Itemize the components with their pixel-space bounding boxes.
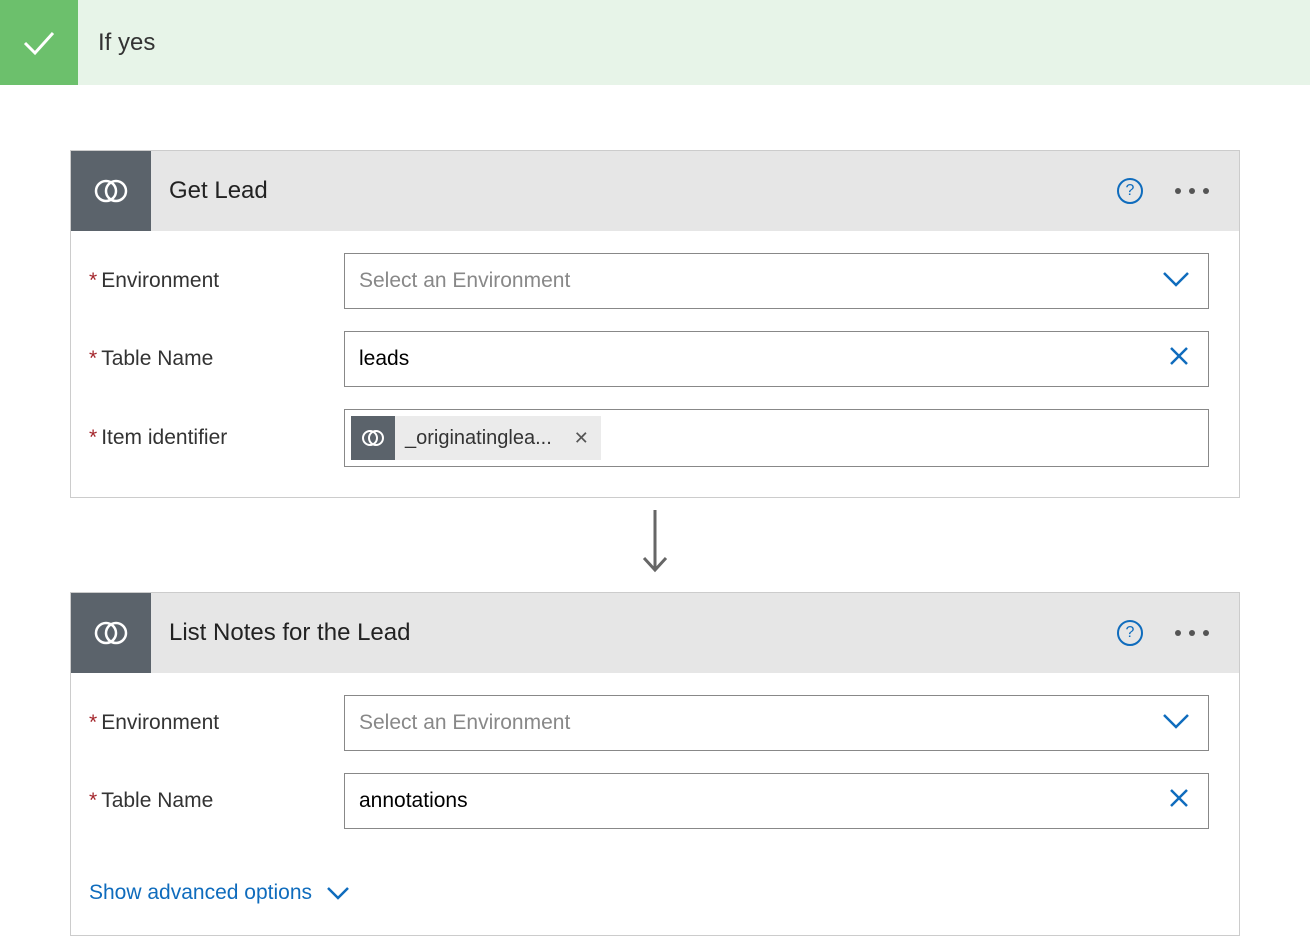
environment-placeholder: Select an Environment — [359, 269, 570, 293]
environment-placeholder: Select an Environment — [359, 711, 570, 735]
show-advanced-options-link[interactable]: Show advanced options — [89, 881, 350, 905]
environment-select[interactable]: Select an Environment — [344, 253, 1209, 309]
condition-title: If yes — [98, 29, 155, 57]
help-icon[interactable]: ? — [1117, 178, 1143, 204]
token-text: _originatinglea... — [395, 427, 562, 450]
dynamic-content-token[interactable]: _originatinglea... ✕ — [351, 416, 601, 460]
table-name-input[interactable]: leads — [344, 331, 1209, 387]
chevron-down-icon — [1162, 269, 1190, 293]
chevron-down-icon — [1162, 711, 1190, 735]
action-card-list-notes: List Notes for the Lead ? *Environment S… — [70, 592, 1240, 936]
table-name-value: leads — [359, 347, 409, 371]
chevron-down-icon — [326, 886, 350, 900]
arrow-down-icon — [70, 510, 1240, 580]
card-title: Get Lead — [169, 177, 1117, 205]
check-icon — [0, 0, 78, 85]
more-menu-icon[interactable] — [1175, 188, 1209, 194]
condition-header: If yes — [0, 0, 1310, 85]
card-title: List Notes for the Lead — [169, 619, 1117, 647]
help-icon[interactable]: ? — [1117, 620, 1143, 646]
clear-icon[interactable] — [1168, 345, 1190, 373]
dataverse-icon — [351, 416, 395, 460]
environment-label: *Environment — [89, 711, 344, 735]
more-menu-icon[interactable] — [1175, 630, 1209, 636]
clear-icon[interactable] — [1168, 787, 1190, 815]
table-name-input[interactable]: annotations — [344, 773, 1209, 829]
table-name-label: *Table Name — [89, 347, 344, 371]
action-card-get-lead: Get Lead ? *Environment Select an Enviro… — [70, 150, 1240, 498]
item-identifier-input[interactable]: _originatinglea... ✕ — [344, 409, 1209, 467]
token-remove-icon[interactable]: ✕ — [562, 428, 601, 449]
card-header[interactable]: Get Lead ? — [71, 151, 1239, 231]
item-identifier-label: *Item identifier — [89, 426, 344, 450]
environment-select[interactable]: Select an Environment — [344, 695, 1209, 751]
card-header[interactable]: List Notes for the Lead ? — [71, 593, 1239, 673]
table-name-label: *Table Name — [89, 789, 344, 813]
environment-label: *Environment — [89, 269, 344, 293]
dataverse-icon — [71, 151, 151, 231]
table-name-value: annotations — [359, 789, 468, 813]
dataverse-icon — [71, 593, 151, 673]
